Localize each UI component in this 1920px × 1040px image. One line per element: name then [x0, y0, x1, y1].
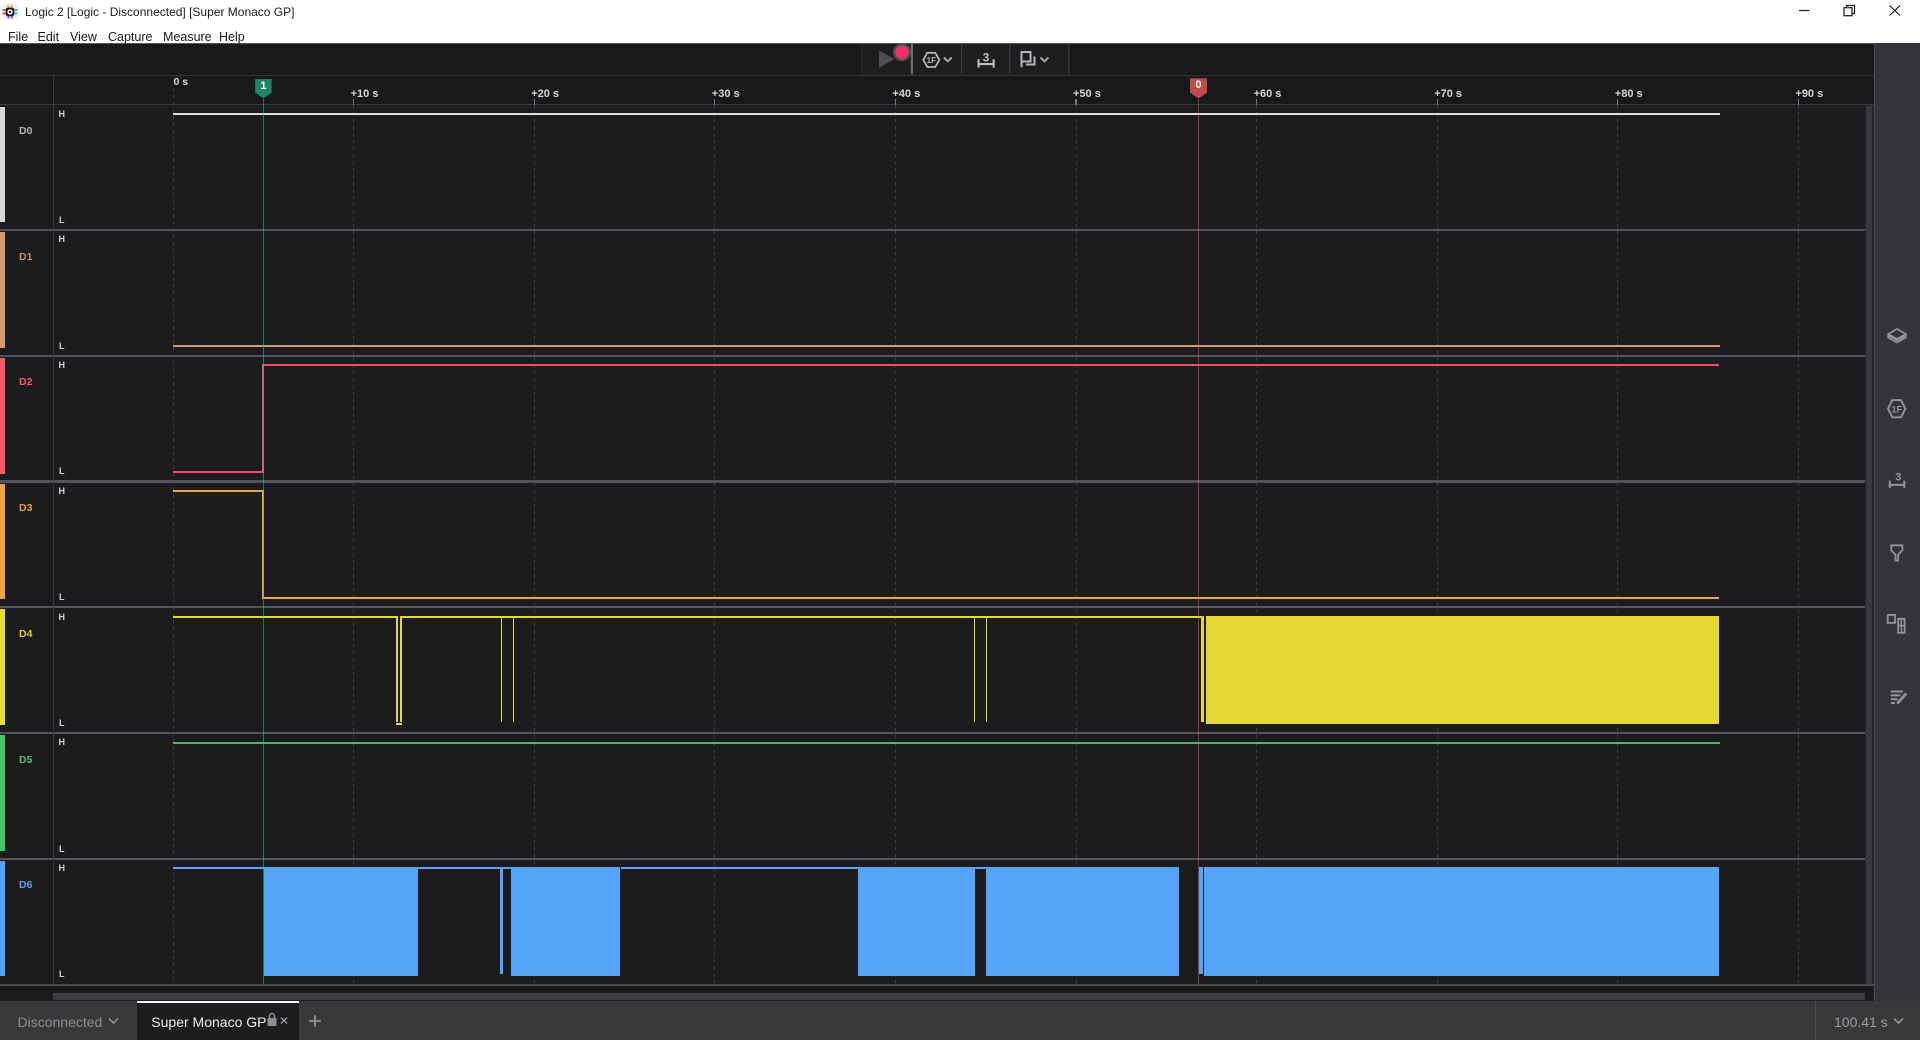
- svg-text:1F: 1F: [927, 56, 936, 65]
- svg-text:3: 3: [983, 51, 990, 65]
- svg-text:3: 3: [1895, 472, 1901, 484]
- svg-text:1F: 1F: [1891, 405, 1902, 415]
